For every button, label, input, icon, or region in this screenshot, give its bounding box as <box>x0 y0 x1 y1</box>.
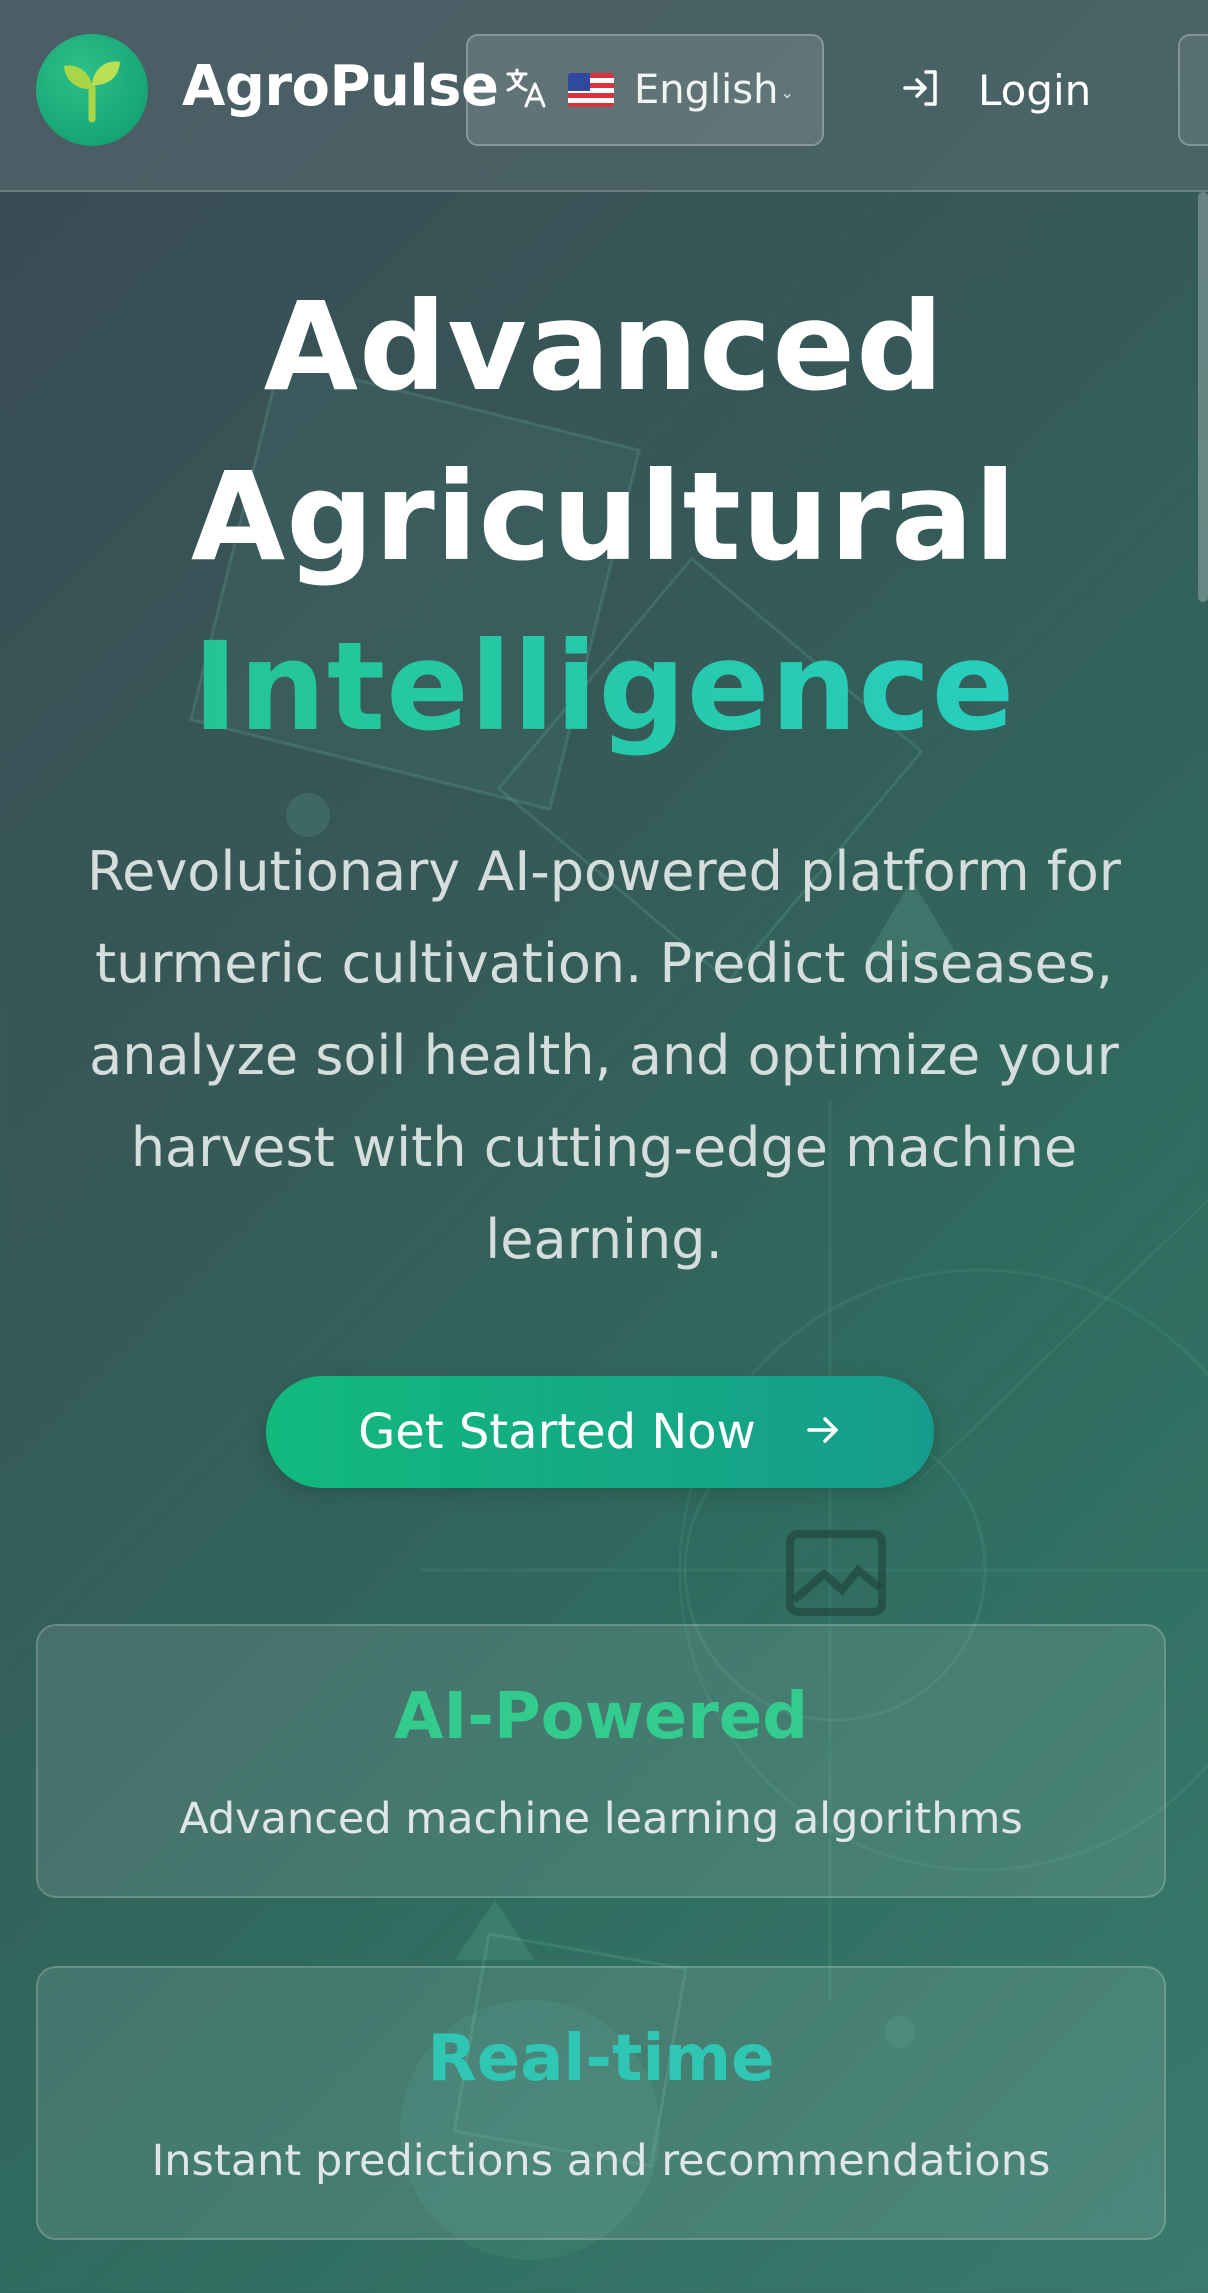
brand-name[interactable]: AgroPulse <box>182 54 499 119</box>
chevron-down-icon: ⌄ <box>780 85 794 102</box>
us-flag-icon <box>568 73 614 107</box>
language-selector[interactable]: English ⌄ <box>466 34 824 146</box>
feature-description: Instant predictions and recommendations <box>151 2136 1051 2186</box>
feature-description: Advanced machine learning algorithms <box>179 1794 1023 1844</box>
feature-title: Real-time <box>427 2022 775 2096</box>
hero-title-accent: Intelligence <box>0 602 1208 772</box>
language-label: English <box>634 67 779 113</box>
feature-card-real-time: Real-time Instant predictions and recomm… <box>36 1966 1166 2240</box>
hero-title: Advanced Agricultural Intelligence <box>0 262 1208 772</box>
menu-button[interactable] <box>1178 34 1208 146</box>
top-navbar: AgroPulse English ⌄ Login <box>0 0 1208 192</box>
login-button[interactable]: Login <box>900 48 1091 132</box>
image-placeholder-icon <box>784 1528 888 1618</box>
login-label: Login <box>978 65 1092 115</box>
arrow-right-icon <box>804 1411 842 1454</box>
feature-title: AI-Powered <box>393 1680 809 1754</box>
hero-subtitle: Revolutionary AI-powered platform for tu… <box>87 840 1121 1271</box>
hero-title-line-2: Agricultural <box>190 446 1018 588</box>
get-started-button[interactable]: Get Started Now <box>266 1376 934 1488</box>
sprout-icon[interactable] <box>36 34 148 146</box>
get-started-label: Get Started Now <box>358 1404 756 1460</box>
login-arrow-icon <box>900 67 942 114</box>
feature-card-ai-powered: AI-Powered Advanced machine learning alg… <box>36 1624 1166 1898</box>
translate-icon <box>504 66 548 115</box>
hero-title-line-1: Advanced <box>263 276 945 418</box>
